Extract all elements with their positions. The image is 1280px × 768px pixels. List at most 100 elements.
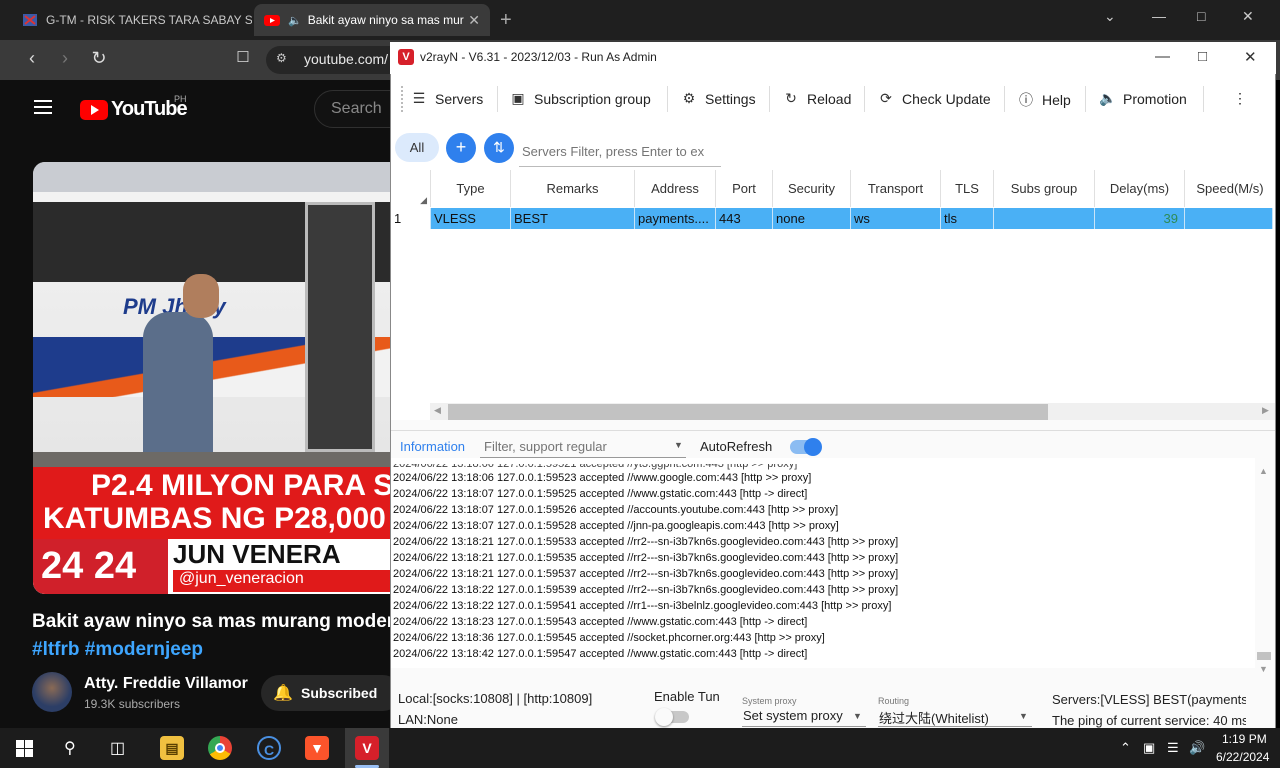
browser-tab-2[interactable]: 🔈 Bakit ayaw ninyo sa mas mur ✕ bbox=[254, 4, 490, 36]
chevron-down-icon[interactable]: ▼ bbox=[853, 711, 862, 721]
browser-tab-1[interactable]: G-TM - RISK TAKERS TARA SABAY SA bbox=[12, 4, 252, 36]
clock-date[interactable]: 6/22/2024 bbox=[1216, 750, 1269, 764]
reporter-name: JUN VENERA bbox=[173, 539, 341, 569]
windows-start-icon[interactable] bbox=[16, 740, 33, 757]
promotion-menu[interactable]: 🔈 Promotion bbox=[1099, 90, 1187, 107]
site-info-icon[interactable]: ⚙ bbox=[276, 51, 287, 65]
forward-icon[interactable]: › bbox=[53, 48, 77, 69]
col-security[interactable]: Security bbox=[773, 170, 851, 207]
log-line: 2024/06/22 13:18:21 127.0.0.1:59533 acce… bbox=[393, 536, 899, 548]
video-tags[interactable]: #ltfrb #modernjeep bbox=[32, 639, 203, 661]
routing-select[interactable]: 绕过大陆(Whitelist) bbox=[879, 708, 989, 727]
select-underline bbox=[742, 726, 866, 727]
table-cell-speed[interactable] bbox=[1185, 208, 1273, 229]
toolbar-grip bbox=[401, 86, 403, 112]
scroll-down-icon[interactable]: ▼ bbox=[1259, 664, 1268, 674]
log-line: 2024/06/22 13:18:22 127.0.0.1:59541 acce… bbox=[393, 600, 892, 612]
log-filter-input[interactable] bbox=[480, 436, 686, 458]
table-cell-address[interactable]: payments.... bbox=[635, 208, 716, 229]
add-server-icon[interactable]: + bbox=[446, 133, 476, 163]
row-header-corner[interactable]: ◢ bbox=[391, 170, 431, 207]
channel-name[interactable]: Atty. Freddie Villamor bbox=[84, 675, 248, 693]
reporter-handle: @jun_veneracion bbox=[173, 570, 390, 592]
chevron-down-icon[interactable]: ▼ bbox=[1019, 711, 1028, 721]
file-explorer-icon[interactable]: ▤ bbox=[160, 736, 184, 760]
chevron-down-icon[interactable]: ▼ bbox=[674, 440, 683, 450]
back-icon[interactable]: ‹ bbox=[20, 48, 44, 69]
more-options-icon[interactable]: ⋮ bbox=[1233, 90, 1247, 107]
tab-label: G-TM - RISK TAKERS TARA SABAY SA bbox=[46, 13, 252, 27]
video-player[interactable]: PM Jhney P2.4 MILYON PARA S KATUMBAS NG … bbox=[33, 162, 390, 594]
col-type[interactable]: Type bbox=[431, 170, 511, 207]
sort-server-icon[interactable]: ⇅ bbox=[484, 133, 514, 163]
battery-icon[interactable]: ▣ bbox=[1143, 740, 1155, 756]
scroll-left-icon[interactable]: ◀ bbox=[434, 405, 441, 416]
reload-button[interactable]: ↻ Reload bbox=[783, 90, 851, 107]
col-address[interactable]: Address bbox=[635, 170, 716, 207]
col-remarks[interactable]: Remarks bbox=[511, 170, 635, 207]
log-line: 2024/06/22 13:18:07 127.0.0.1:59525 acce… bbox=[393, 488, 808, 500]
check-update-menu[interactable]: ⟳ Check Update bbox=[878, 90, 991, 107]
table-cell-transport[interactable]: ws bbox=[851, 208, 941, 229]
information-tab[interactable]: Information bbox=[400, 439, 465, 454]
col-tls[interactable]: TLS bbox=[941, 170, 994, 207]
col-subs-group[interactable]: Subs group bbox=[994, 170, 1095, 207]
chevron-up-icon[interactable]: ⌃ bbox=[1120, 740, 1131, 756]
youtube-logo[interactable]: YouTube bbox=[80, 98, 188, 121]
col-port[interactable]: Port bbox=[716, 170, 773, 207]
log-vertical-scrollbar[interactable] bbox=[1255, 462, 1273, 682]
close-tab-icon[interactable]: ✕ bbox=[468, 12, 480, 29]
toggle-knob[interactable] bbox=[804, 438, 822, 456]
scroll-up-icon[interactable]: ▲ bbox=[1259, 466, 1268, 476]
tab-search-icon[interactable]: ⌄ bbox=[1104, 8, 1116, 25]
brave-icon[interactable]: ▼ bbox=[305, 736, 329, 760]
volume-icon[interactable]: 🔊 bbox=[1189, 740, 1205, 756]
subscription-icon: ▣ bbox=[511, 90, 525, 106]
clock-time[interactable]: 1:19 PM bbox=[1222, 732, 1267, 746]
table-cell-security[interactable]: none bbox=[773, 208, 851, 229]
v2rayn-taskbar-icon[interactable]: V bbox=[355, 736, 379, 760]
table-cell-type[interactable]: VLESS bbox=[431, 208, 511, 229]
v2-maximize-icon[interactable]: □ bbox=[1198, 48, 1207, 65]
col-transport[interactable]: Transport bbox=[851, 170, 941, 207]
col-speed[interactable]: Speed(M/s) bbox=[1185, 170, 1275, 207]
scroll-right-icon[interactable]: ▶ bbox=[1262, 405, 1269, 416]
servers-filter-input[interactable] bbox=[519, 137, 721, 167]
log-scrollbar-thumb[interactable] bbox=[1257, 652, 1271, 660]
toggle-knob[interactable] bbox=[655, 708, 673, 726]
all-filter-button[interactable]: All bbox=[395, 133, 439, 162]
search-icon[interactable]: ⚲ bbox=[64, 738, 76, 758]
ccleaner-icon[interactable]: C bbox=[257, 736, 281, 760]
v2rayn-logo-icon: V bbox=[398, 49, 414, 65]
new-tab-icon[interactable]: + bbox=[500, 9, 512, 32]
close-window-icon[interactable]: ✕ bbox=[1242, 8, 1254, 25]
headline-line-1: P2.4 MILYON PARA S bbox=[91, 469, 390, 502]
v2-minimize-icon[interactable]: — bbox=[1155, 48, 1170, 65]
row-index[interactable]: 1 bbox=[391, 208, 431, 229]
scrollbar-thumb[interactable] bbox=[448, 404, 1048, 420]
task-view-icon[interactable]: ◫ bbox=[110, 738, 125, 758]
v2-close-icon[interactable]: ✕ bbox=[1244, 48, 1257, 66]
headline-line-2: KATUMBAS NG P28,000 bbox=[43, 502, 386, 535]
log-line: 2024/06/22 13:18:22 127.0.0.1:59539 acce… bbox=[393, 584, 899, 596]
system-proxy-select[interactable]: Set system proxy bbox=[743, 708, 843, 723]
minimize-icon[interactable]: — bbox=[1152, 8, 1166, 24]
table-cell-tls[interactable]: tls bbox=[941, 208, 994, 229]
channel-avatar[interactable] bbox=[32, 672, 72, 712]
col-delay[interactable]: Delay(ms) bbox=[1095, 170, 1185, 207]
table-cell-delay[interactable]: 39 bbox=[1095, 208, 1185, 229]
maximize-icon[interactable]: □ bbox=[1197, 8, 1205, 24]
audio-playing-icon[interactable]: 🔈 bbox=[288, 14, 302, 27]
settings-menu[interactable]: ⚙ Settings bbox=[681, 90, 756, 107]
bookmark-icon[interactable]: ☐ bbox=[231, 48, 255, 66]
help-menu[interactable]: ⓘ Help bbox=[1018, 90, 1071, 110]
reload-page-icon[interactable]: ↻ bbox=[87, 48, 111, 69]
chrome-icon[interactable] bbox=[208, 736, 232, 760]
table-cell-subs-group[interactable] bbox=[994, 208, 1095, 229]
wifi-icon[interactable]: ☰ bbox=[1167, 740, 1179, 756]
servers-menu[interactable]: ☰ Servers bbox=[411, 90, 484, 107]
table-cell-port[interactable]: 443 bbox=[716, 208, 773, 229]
subscription-menu[interactable]: ▣ Subscription group bbox=[510, 90, 650, 107]
menu-icon[interactable] bbox=[34, 100, 52, 118]
table-cell-remarks[interactable]: BEST bbox=[511, 208, 635, 229]
